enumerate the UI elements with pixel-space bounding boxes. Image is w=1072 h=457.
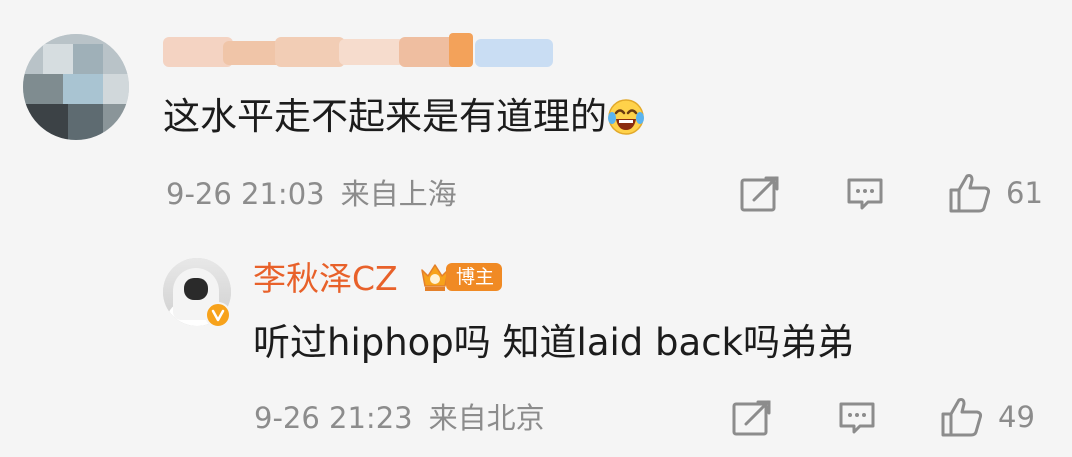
share-icon: [740, 176, 779, 212]
reply-username[interactable]: 李秋泽CZ: [253, 257, 398, 301]
reply-location: 来自北京: [428, 401, 545, 435]
comment-location: 来自上海: [340, 177, 457, 211]
like-count: 61: [1006, 176, 1043, 210]
comment-meta: 9-26 21:03 来自上海: [166, 174, 457, 214]
comment-button[interactable]: [846, 176, 884, 212]
reply-like-count: 49: [998, 400, 1035, 434]
comment-icon: [847, 178, 883, 210]
blogger-badge: 博主: [418, 260, 503, 294]
reply-time: 9-26 21:23: [254, 401, 413, 435]
like-icon: [949, 174, 991, 213]
comment-thread: 这水平走不起来是有道理的 9-26 21:03 来自上海 61 李秋泽CZ 博主…: [0, 0, 1072, 457]
reply-like-button[interactable]: 49: [940, 396, 1035, 438]
share-icon: [732, 400, 771, 436]
comment-text: 这水平走不起来是有道理的: [163, 91, 645, 150]
share-button[interactable]: [740, 176, 780, 212]
blurred-username[interactable]: [163, 33, 553, 71]
comment-time: 9-26 21:03: [166, 177, 325, 211]
comment-icon: [839, 402, 875, 434]
like-button[interactable]: 61: [948, 172, 1043, 214]
laughing-crying-emoji-icon: [607, 98, 645, 150]
reply-text: 听过hiphop吗 知道laid back吗弟弟: [253, 321, 854, 364]
avatar[interactable]: [23, 34, 129, 140]
verified-icon: [205, 302, 231, 328]
blogger-badge-label: 博主: [446, 263, 503, 291]
reply-comment-button[interactable]: [838, 400, 876, 436]
like-icon: [941, 398, 983, 437]
reply-meta: 9-26 21:23 来自北京: [254, 398, 545, 438]
reply-share-button[interactable]: [732, 400, 772, 436]
comment-text-content: 这水平走不起来是有道理的: [163, 95, 607, 138]
